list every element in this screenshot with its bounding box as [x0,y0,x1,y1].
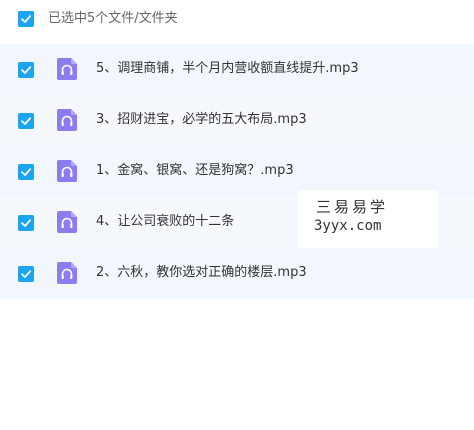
watermark-title: 三易易学 [316,198,389,216]
checkmark-icon [21,219,32,227]
audio-headphones-icon [56,108,78,132]
audio-headphones-icon [56,57,78,81]
file-name: 1、金窝、银窝、还是狗窝？.mp3 [96,163,294,178]
checkmark-icon [21,66,32,74]
selection-header: 已选中5个文件/文件夹 [0,0,474,38]
file-checkbox[interactable] [18,62,34,78]
audio-headphones-icon [56,261,78,285]
file-selection-page: 已选中5个文件/文件夹 5、调理商铺，半个月内营收额直线提升.mp3 3、招财进… [0,0,474,430]
audio-headphones-icon [56,210,78,234]
file-name: 2、六秋，教你选对正确的楼层.mp3 [96,265,307,280]
file-row[interactable]: 3、招财进宝，必学的五大布局.mp3 [0,95,474,146]
file-row[interactable]: 2、六秋，教你选对正确的楼层.mp3 [0,248,474,299]
watermark-url: 3yyx.com [314,218,382,234]
watermark: 三易易学 3yyx.com [298,190,438,248]
file-checkbox[interactable] [18,215,34,231]
file-list: 5、调理商铺，半个月内营收额直线提升.mp3 3、招财进宝，必学的五大布局.mp… [0,44,474,299]
file-checkbox[interactable] [18,266,34,282]
select-all-checkbox[interactable] [18,11,34,27]
checkmark-icon [21,168,32,176]
checkmark-icon [21,15,32,23]
file-name: 4、让公司衰败的十二条 [96,214,235,229]
checkmark-icon [21,117,32,125]
file-checkbox[interactable] [18,113,34,129]
file-name: 3、招财进宝，必学的五大布局.mp3 [96,112,307,127]
file-name: 5、调理商铺，半个月内营收额直线提升.mp3 [96,61,359,76]
audio-headphones-icon [56,159,78,183]
selection-count-label: 已选中5个文件/文件夹 [48,11,178,26]
file-row[interactable]: 5、调理商铺，半个月内营收额直线提升.mp3 [0,44,474,95]
file-checkbox[interactable] [18,164,34,180]
checkmark-icon [21,270,32,278]
